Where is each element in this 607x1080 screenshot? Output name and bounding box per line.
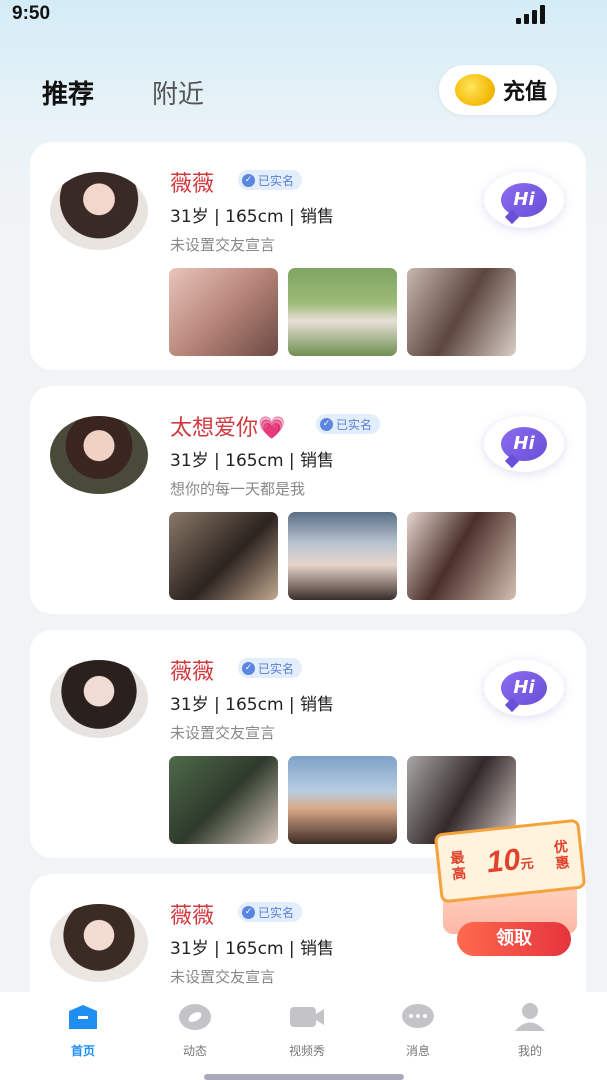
photo[interactable]: [407, 268, 516, 356]
profile-card[interactable]: 太想爱你💗 ✓ 已实名 31岁 | 165cm | 销售 想你的每一天都是我 Hi: [30, 386, 586, 614]
hi-icon: Hi: [501, 671, 547, 705]
verified-badge: ✓ 已实名: [238, 902, 303, 922]
photo[interactable]: [169, 756, 278, 844]
check-icon: ✓: [242, 905, 255, 919]
top-nav: 推荐 附近 充值: [0, 60, 607, 120]
hi-icon: Hi: [501, 427, 547, 461]
photo[interactable]: [407, 512, 516, 600]
avatar[interactable]: [50, 660, 148, 738]
hi-button[interactable]: Hi: [484, 660, 564, 716]
photo-row: [169, 512, 516, 600]
photo[interactable]: [169, 512, 278, 600]
status-bar: 9:50: [0, 0, 607, 32]
tab-profile[interactable]: 我的: [490, 1002, 570, 1059]
verified-badge: ✓ 已实名: [316, 414, 381, 434]
photo[interactable]: [288, 756, 397, 844]
promo-unit: 元: [519, 856, 535, 873]
profile-name: 薇薇: [170, 172, 215, 197]
avatar[interactable]: [50, 172, 148, 250]
profile-info: 31岁 | 165cm | 销售: [170, 939, 335, 959]
tab-moments[interactable]: 动态: [155, 1002, 235, 1059]
profile-info: 31岁 | 165cm | 销售: [170, 451, 335, 471]
profile-card[interactable]: 薇薇 ✓ 已实名 31岁 | 165cm | 销售 未设置交友宣言 Hi: [30, 142, 586, 370]
avatar[interactable]: [50, 416, 148, 494]
photo[interactable]: [169, 268, 278, 356]
signal-icon: [516, 4, 545, 24]
tab-nearby[interactable]: 附近: [152, 74, 204, 111]
check-icon: ✓: [242, 173, 255, 187]
verified-badge: ✓ 已实名: [238, 658, 303, 678]
profile-motto: 未设置交友宣言: [170, 968, 276, 986]
profile-motto: 未设置交友宣言: [170, 724, 276, 742]
home-indicator: [204, 1074, 404, 1080]
profile-info: 31岁 | 165cm | 销售: [170, 695, 335, 715]
photo[interactable]: [288, 512, 397, 600]
coin-icon: [455, 74, 495, 106]
message-icon: [399, 1002, 437, 1032]
hi-button[interactable]: Hi: [484, 172, 564, 228]
hi-button[interactable]: Hi: [484, 416, 564, 472]
profile-info: 31岁 | 165cm | 销售: [170, 207, 335, 227]
tab-recommend[interactable]: 推荐: [42, 74, 94, 111]
hi-icon: Hi: [501, 183, 547, 217]
recharge-label: 充值: [503, 80, 548, 105]
profile-name: 太想爱你💗: [170, 416, 286, 441]
tab-video[interactable]: 视频秀: [267, 1002, 347, 1059]
profile-name: 薇薇: [170, 660, 215, 685]
tab-messages[interactable]: 消息: [378, 1002, 458, 1059]
verified-badge: ✓ 已实名: [238, 170, 303, 190]
profile-name: 薇薇: [170, 904, 215, 929]
photo[interactable]: [288, 268, 397, 356]
check-icon: ✓: [320, 417, 333, 431]
video-icon: [288, 1002, 326, 1032]
profile-motto: 未设置交友宣言: [170, 236, 276, 254]
promo-right-text: 优惠: [553, 838, 571, 873]
promo-amount: 10: [485, 843, 522, 880]
promo-widget[interactable]: 最高 10元 优惠 领取: [433, 818, 587, 956]
claim-button[interactable]: 领取: [457, 922, 571, 956]
profile-motto: 想你的每一天都是我: [170, 480, 306, 498]
status-time: 9:50: [12, 3, 51, 24]
promo-left-text: 最高: [449, 849, 467, 884]
moments-icon: [176, 1002, 214, 1032]
photo-row: [169, 268, 516, 356]
bottom-tab-bar: 首页 动态 视频秀 消息 我的: [0, 992, 607, 1080]
avatar[interactable]: [50, 904, 148, 982]
recharge-button[interactable]: 充值: [439, 65, 557, 115]
profile-icon: [511, 1002, 549, 1032]
home-icon: [64, 1002, 102, 1032]
profile-card[interactable]: 薇薇 ✓ 已实名 31岁 | 165cm | 销售 未设置交友宣言 Hi: [30, 630, 586, 858]
tab-home[interactable]: 首页: [43, 1002, 123, 1059]
check-icon: ✓: [242, 661, 255, 675]
